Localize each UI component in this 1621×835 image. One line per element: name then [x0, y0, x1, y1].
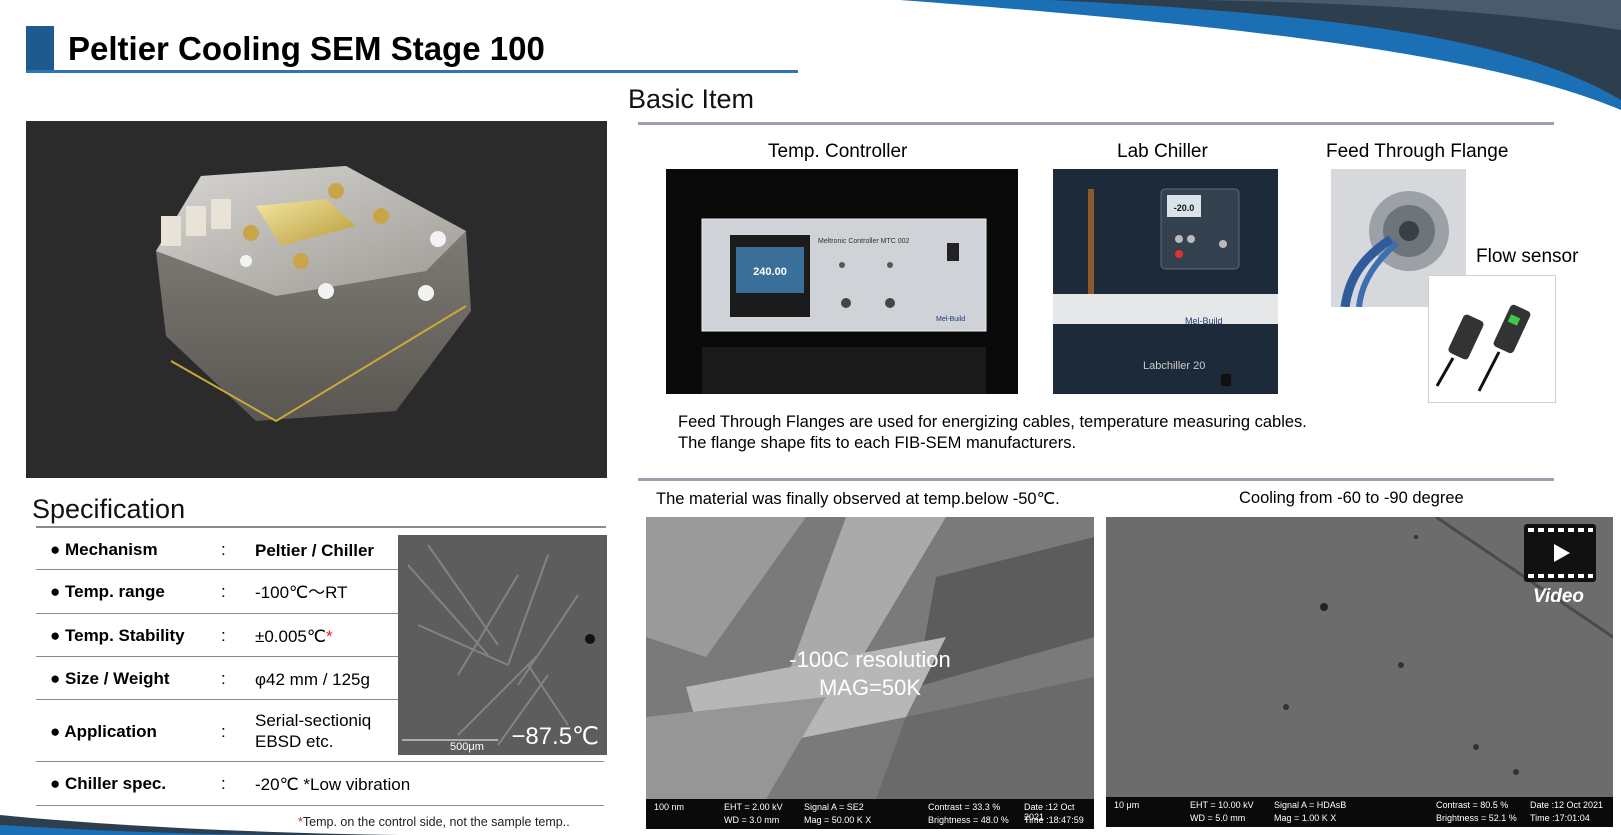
spec-colon: : — [221, 582, 226, 601]
observation-caption: Cooling from -60 to -90 degree — [1239, 489, 1464, 507]
flow-sensor-label: Flow sensor — [1476, 246, 1579, 267]
chiller-brand: Mel-Build — [1185, 316, 1223, 326]
spec-divider — [36, 526, 606, 528]
spec-name: ● Application — [50, 722, 157, 741]
specification-heading: Specification — [32, 494, 186, 524]
spec-footnote: *Temp. on the control side, not the samp… — [298, 815, 570, 829]
spec-name: ● Mechanism — [50, 540, 158, 559]
lab-chiller-image: -20.0 Mel-Build Labchiller 20 — [1053, 169, 1278, 394]
asterisk-mark: * — [325, 627, 333, 646]
spec-name: ● Chiller spec. — [50, 774, 167, 793]
observation-divider — [638, 478, 1554, 481]
basic-item-heading: Basic Item — [628, 84, 755, 114]
spec-value: Serial-sectioniq EBSD etc. — [255, 711, 372, 751]
sem-resolution-image: -100C resolution MAG=50K 100 nm EHT = 2.0… — [646, 517, 1094, 829]
spec-name: ● Temp. range — [50, 582, 165, 601]
spec-name: ● Temp. Stability — [50, 626, 185, 645]
spec-colon: : — [221, 626, 226, 645]
spec-value: φ42 mm / 125g — [255, 670, 370, 689]
description-line: Feed Through Flanges are used for energi… — [678, 413, 1307, 431]
video-label[interactable]: Video — [1533, 586, 1584, 608]
controller-screen-value: 240.00 — [753, 266, 787, 278]
controller-panel-text: Meltronic Controller MTC 002 — [818, 238, 910, 245]
crystal-sem-inset-image: 500μm −87.5℃ — [398, 535, 607, 755]
spec-value: Peltier / Chiller — [255, 541, 375, 560]
controller-brand: Mel-Build — [936, 316, 965, 323]
sem-info-bar: 100 nm EHT = 2.00 kV WD = 3.0 mm Signal … — [646, 799, 1094, 829]
spec-colon: : — [221, 540, 226, 559]
spec-name: ● Size / Weight — [50, 669, 170, 688]
play-icon — [1528, 528, 1593, 578]
page-title: Peltier Cooling SEM Stage 100 — [68, 30, 545, 67]
flow-sensor-image — [1428, 275, 1556, 403]
stage-product-image — [26, 121, 607, 478]
inset-scale-label: 500μm — [450, 741, 484, 753]
spec-value: -100℃～RT — [255, 583, 348, 602]
feed-through-flange-label: Feed Through Flange — [1326, 141, 1509, 162]
basic-item-divider — [638, 122, 1554, 125]
lab-chiller-label: Lab Chiller — [1117, 141, 1208, 162]
spec-colon: : — [221, 669, 226, 688]
inset-temperature-label: −87.5℃ — [511, 723, 599, 750]
flange-description: Feed Through Flanges are used for energi… — [678, 412, 1307, 454]
spec-row: ● Chiller spec. : -20℃ *Low vibration — [36, 762, 604, 806]
title-accent-block — [26, 26, 54, 70]
observation-caption: The material was finally observed at tem… — [656, 490, 1060, 508]
resolution-overlay: -100C resolution MAG=50K — [789, 647, 951, 700]
spec-value: -20℃ *Low vibration — [255, 775, 411, 794]
temp-controller-image: 240.00 Meltronic Controller MTC 002 Mel-… — [666, 169, 1018, 394]
title-underline — [26, 70, 798, 73]
description-line: The flange shape fits to each FIB-SEM ma… — [678, 434, 1077, 452]
video-play-button[interactable] — [1524, 524, 1596, 582]
chiller-display-value: -20.0 — [1174, 203, 1195, 213]
chiller-model: Labchiller 20 — [1143, 360, 1205, 372]
sem-info-bar: 10 μm EHT = 10.00 kV WD = 5.0 mm Signal … — [1106, 797, 1613, 827]
spec-value: ±0.005℃* — [255, 627, 333, 646]
temp-controller-label: Temp. Controller — [768, 141, 908, 162]
spec-colon: : — [221, 722, 226, 741]
spec-colon: : — [221, 774, 226, 793]
